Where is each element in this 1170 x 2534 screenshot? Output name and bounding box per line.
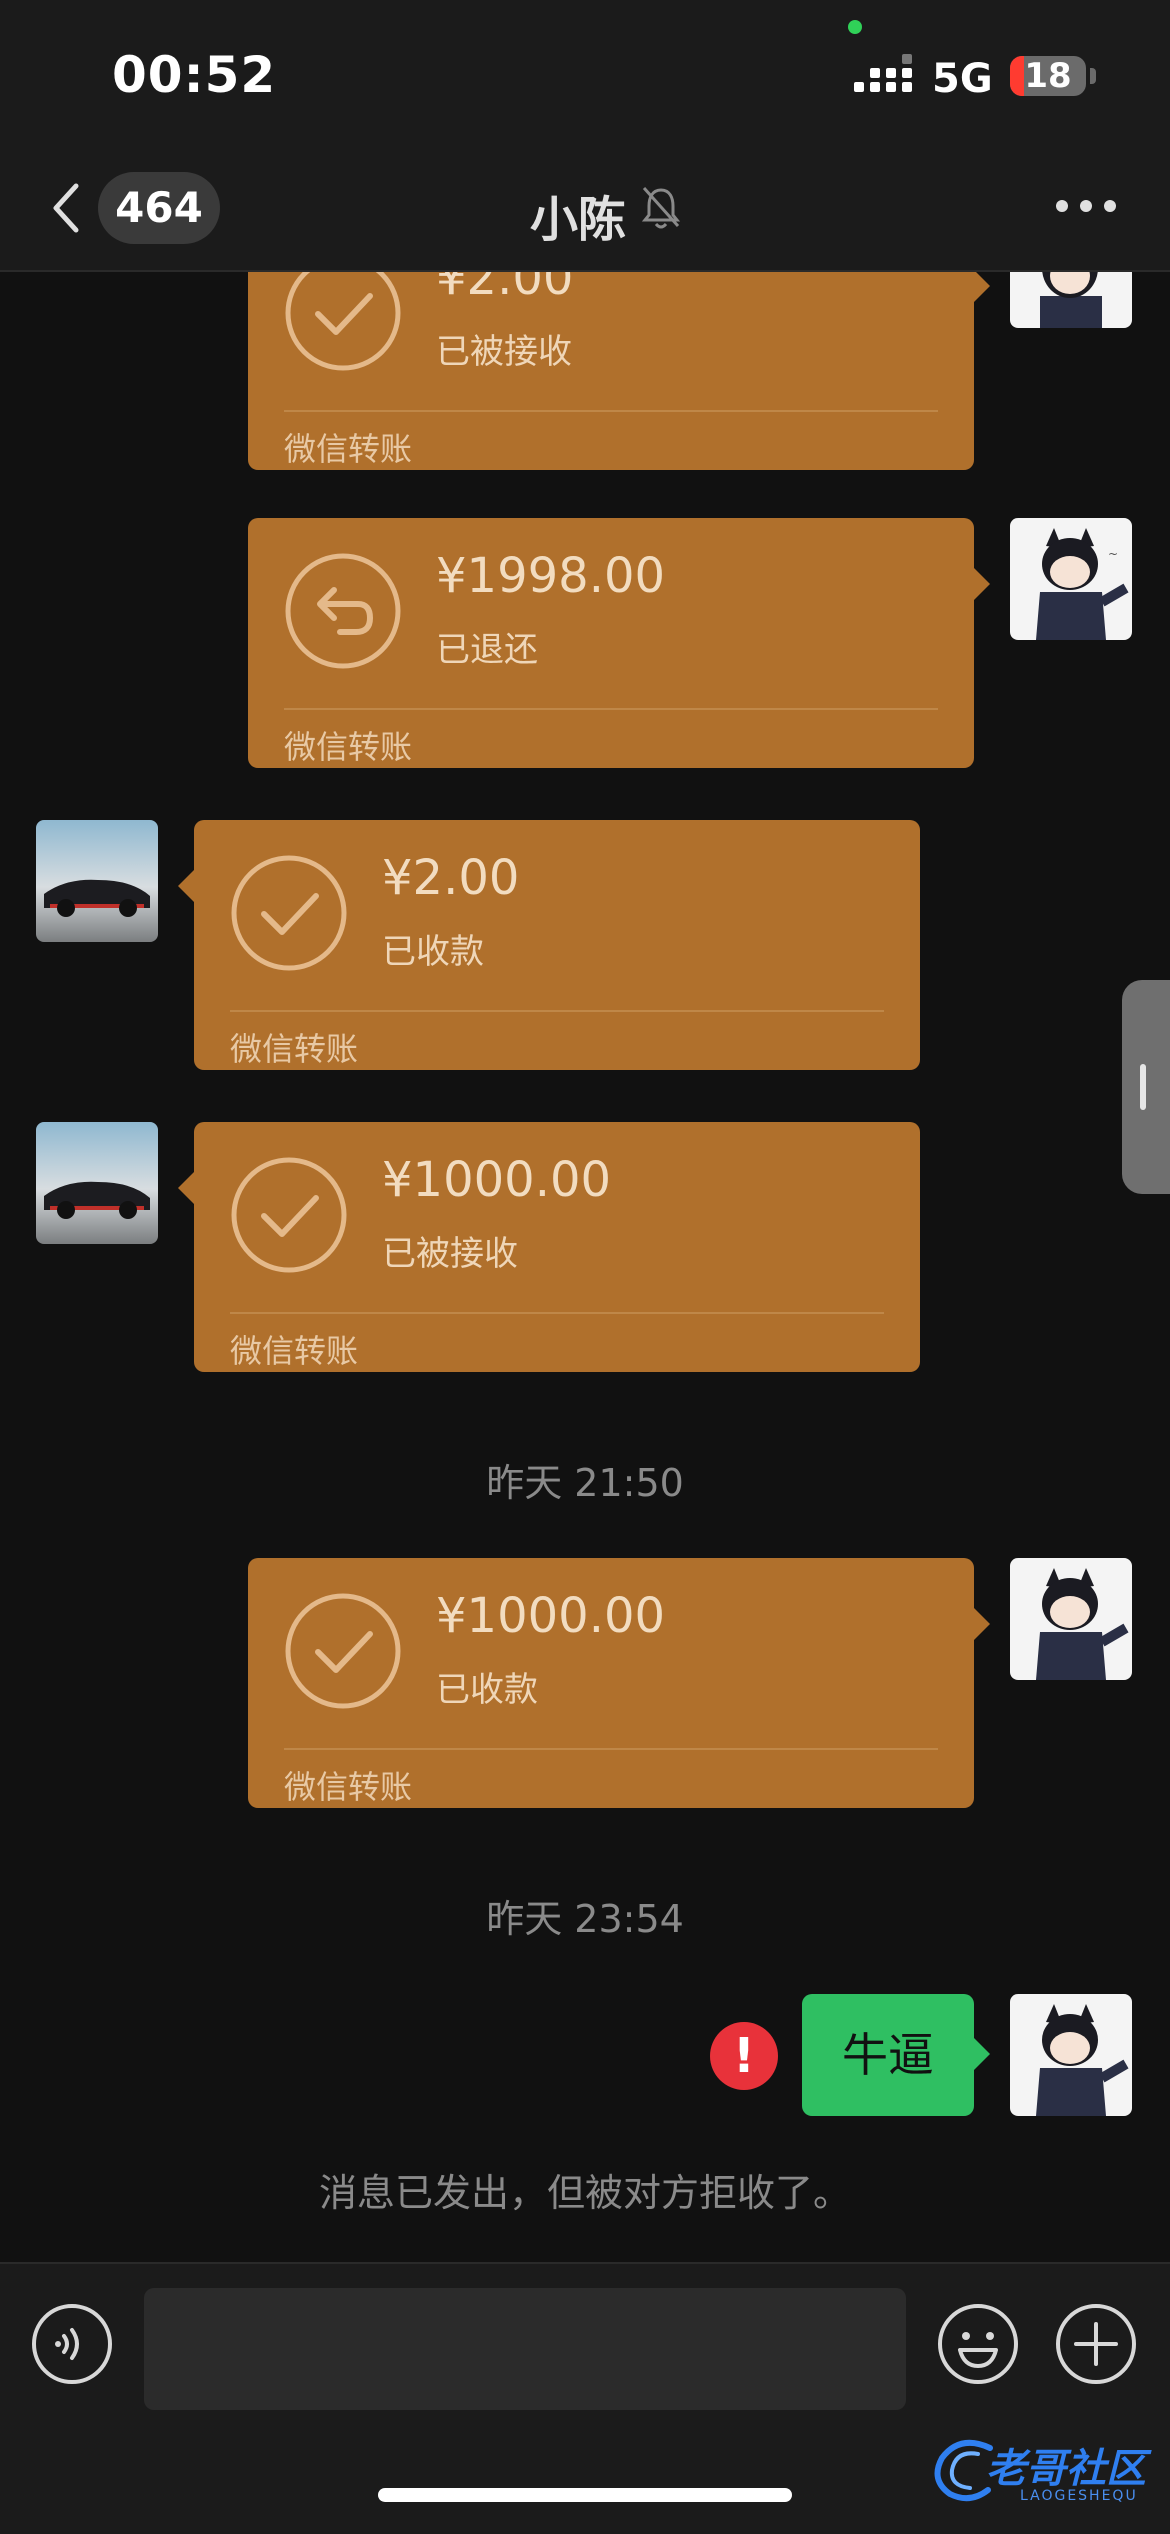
check-circle-icon [285,1593,401,1709]
unread-count-badge[interactable]: 464 [98,172,220,244]
bubble-tail [974,568,990,600]
text-message[interactable]: 牛逼 [802,1994,990,2116]
check-circle-icon [231,855,347,971]
battery-cap [1090,68,1096,84]
message-text: 牛逼 [842,2028,934,2082]
watermark-logo: 老哥社区 LAOGESHEQU [930,2430,1160,2510]
transfer-amount: ¥2.00 [436,272,574,306]
transfer-message[interactable]: ¥2.00 已被接收 微信转账 [248,272,990,470]
my-avatar[interactable] [1010,272,1132,328]
side-drawer-handle[interactable] [1122,980,1170,1194]
chat-header: 464 小陈 [0,150,1170,272]
chevron-left-icon[interactable] [46,178,86,238]
transfer-amount: ¥1998.00 [436,548,666,604]
transfer-message[interactable]: ¥1000.00 已被接收 微信转账 [178,1122,920,1372]
transfer-message[interactable]: ¥1998.00 已退还 微信转账 [248,518,990,768]
transfer-status: 已收款 [382,932,484,972]
transfer-amount: ¥2.00 [382,850,520,906]
svg-text:~: ~ [1108,547,1118,561]
transfer-message[interactable]: ¥1000.00 已收款 微信转账 [248,1558,990,1808]
chat-title: 小陈 [530,192,627,248]
bubble-tail [974,2038,990,2070]
privacy-indicator-dot [848,20,862,34]
battery-icon: 18 [1010,56,1086,96]
transfer-label: 微信转账 [284,1768,413,1806]
transfer-status: 已退还 [436,630,538,670]
battery-level: 18 [1024,56,1072,96]
my-avatar[interactable] [1010,1558,1132,1680]
more-horizontal-icon[interactable] [1056,200,1116,216]
message-timestamp: 昨天 23:54 [486,1897,684,1941]
return-circle-icon [285,553,401,669]
card-divider [284,410,938,412]
bubble-tail [178,870,194,902]
transfer-label: 微信转账 [230,1332,359,1370]
voice-icon[interactable] [30,2302,114,2386]
card-divider [284,1748,938,1750]
bubble-tail [974,272,990,302]
network-type: 5G [932,56,993,102]
plus-icon[interactable] [1054,2302,1138,2386]
bell-slash-icon [641,186,681,229]
system-notice: 消息已发出，但被对方拒收了。 [318,2171,851,2215]
message-timestamp: 昨天 21:50 [486,1461,684,1505]
transfer-label: 微信转账 [284,728,413,766]
message-input[interactable] [144,2288,906,2410]
transfer-label: 微信转账 [230,1030,359,1068]
bubble-tail [974,1608,990,1640]
transfer-amount: ¥1000.00 [382,1152,612,1208]
my-avatar[interactable]: ~ [1010,518,1132,640]
bubble-tail [178,1172,194,1204]
transfer-status: 已收款 [436,1670,538,1710]
home-indicator[interactable] [378,2488,792,2502]
check-circle-icon [285,272,401,371]
transfer-status: 已被接收 [436,332,572,372]
status-bar: 00:52 5G 18 [0,0,1170,150]
watermark-text: 老哥社区 [986,2446,1146,2492]
handle-grip [1140,1064,1146,1110]
watermark-subtext: LAOGESHEQU [1020,2488,1138,2504]
card-divider [284,708,938,710]
check-circle-icon [231,1157,347,1273]
signal-icon [854,54,916,98]
send-failed-icon[interactable]: ! [710,2022,778,2090]
transfer-message[interactable]: ¥2.00 已收款 微信转账 [178,820,920,1070]
contact-avatar[interactable] [36,1122,158,1244]
card-divider [230,1010,884,1012]
chat-message-list[interactable]: ¥2.00 已被接收 微信转账 ¥1998.00 已退还 微信转账 ~ ¥2.0… [0,272,1170,2262]
my-avatar[interactable] [1010,1994,1132,2116]
emoji-icon[interactable] [936,2302,1020,2386]
contact-avatar[interactable] [36,820,158,942]
transfer-label: 微信转账 [284,430,413,468]
card-divider [230,1312,884,1314]
status-time: 00:52 [112,46,277,104]
transfer-status: 已被接收 [382,1234,518,1274]
transfer-amount: ¥1000.00 [436,1588,666,1644]
